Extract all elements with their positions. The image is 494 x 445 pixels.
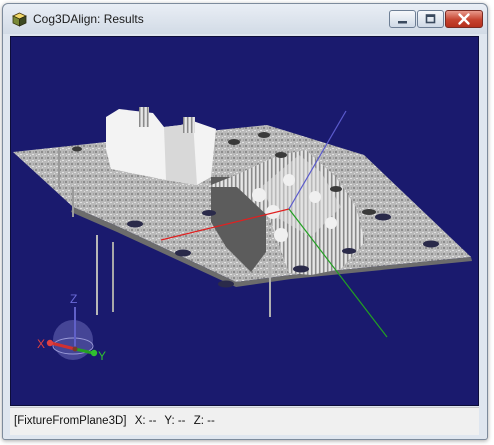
gizmo-y-label: Y — [98, 349, 106, 363]
status-bar: [FixtureFromPlane3D] X: -- Y: -- Z: -- — [10, 407, 479, 435]
left-block-spikes — [139, 107, 149, 127]
minimize-icon — [398, 21, 407, 24]
plate-hole — [342, 248, 356, 254]
cube-app-icon — [12, 12, 27, 27]
ridge-bump — [274, 228, 288, 242]
ridge-bump — [252, 188, 266, 202]
gizmo-origin — [72, 346, 78, 352]
results-window: Cog3DAlign: Results Z X Y [FixtureFromPl… — [2, 3, 488, 440]
plate-hole — [293, 265, 309, 273]
plate-hole — [127, 220, 143, 228]
3d-viewport[interactable]: Z X Y — [10, 36, 479, 406]
ridge-bump — [309, 191, 321, 203]
plate-hole — [258, 132, 270, 138]
minimize-button[interactable] — [389, 10, 416, 28]
plate-hole — [423, 240, 439, 248]
point-cloud-render: Z X Y — [13, 107, 472, 363]
close-button[interactable] — [445, 10, 483, 28]
gizmo-z-label: Z — [70, 292, 77, 306]
title-bar[interactable]: Cog3DAlign: Results — [3, 4, 487, 34]
gizmo-x-cap — [46, 339, 54, 347]
left-block-spikes — [183, 117, 195, 133]
status-y: Y: -- — [164, 415, 186, 427]
hanging-artifact — [72, 187, 74, 217]
plate-hole — [72, 146, 82, 152]
hanging-artifact — [112, 242, 114, 312]
status-fixture: [FixtureFromPlane3D] — [14, 415, 127, 427]
window-title: Cog3DAlign: Results — [33, 12, 144, 26]
ridge-bump — [325, 217, 337, 229]
gizmo-x-label: X — [37, 337, 45, 351]
plate-hole — [275, 152, 287, 158]
close-icon — [458, 13, 470, 25]
plate-hole — [362, 209, 376, 215]
ridge-bump — [283, 174, 295, 186]
orientation-gizmo[interactable]: Z X Y — [37, 292, 106, 363]
status-z: Z: -- — [193, 415, 215, 427]
plate-hole — [218, 280, 234, 288]
maximize-button[interactable] — [417, 10, 444, 28]
maximize-icon — [425, 14, 436, 24]
plate-hole — [228, 139, 240, 145]
status-x: X: -- — [134, 415, 157, 427]
plate-hole — [330, 186, 342, 192]
plate-hole — [175, 249, 191, 257]
plate-hole — [202, 210, 216, 216]
hanging-artifact — [58, 147, 60, 187]
hanging-artifact — [96, 235, 98, 315]
hanging-artifact — [269, 262, 271, 317]
gizmo-y-cap — [90, 349, 98, 357]
plate-hole — [375, 213, 391, 221]
